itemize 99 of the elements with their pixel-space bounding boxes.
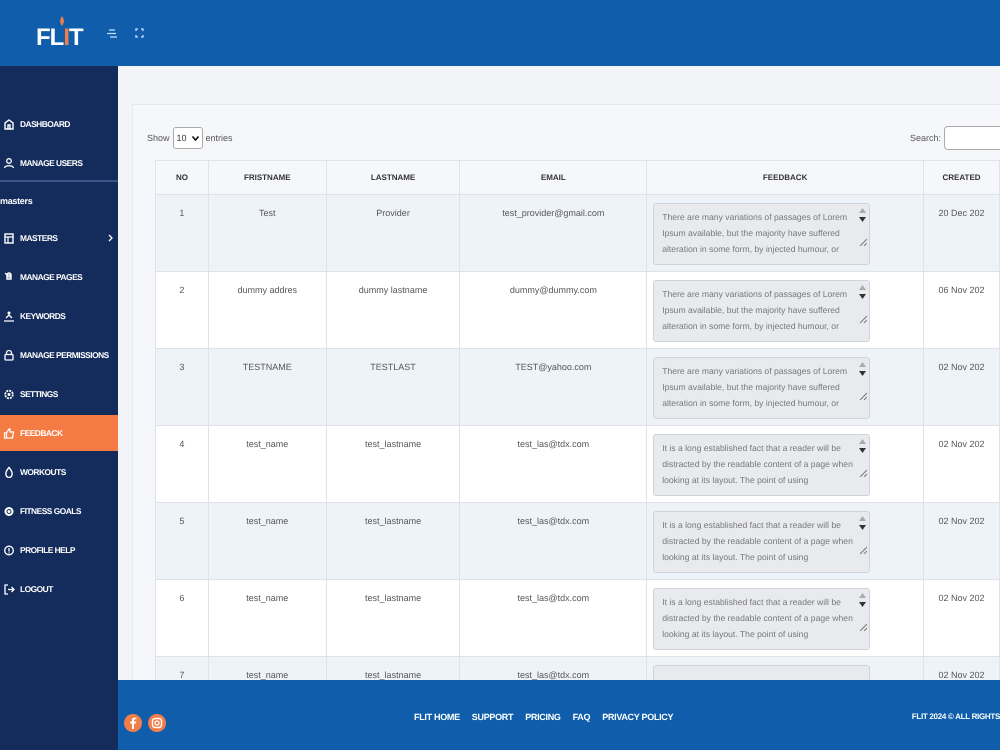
table-cell: test_lastname xyxy=(365,439,422,449)
table-cell: test_lastname xyxy=(365,593,422,603)
resize-grip-icon[interactable] xyxy=(858,238,867,246)
sidebar-item-icon xyxy=(3,583,15,595)
table-cell: test_las@tdx.com xyxy=(518,670,590,680)
resize-grip-icon[interactable] xyxy=(858,546,867,554)
column-header[interactable]: EMAIL xyxy=(460,160,647,194)
table-cell: 2 xyxy=(179,285,184,295)
show-label: Show xyxy=(147,133,170,143)
menu-icon[interactable] xyxy=(106,28,117,38)
column-header[interactable]: FRISTNAME xyxy=(208,160,326,194)
chevron-icon xyxy=(108,234,113,242)
footer-link[interactable]: FAQ xyxy=(572,712,590,722)
table-cell: 5 xyxy=(179,516,184,526)
logo: FLIT xyxy=(36,16,83,50)
table-cell: test_las@tdx.com xyxy=(518,593,590,603)
resize-grip-icon[interactable] xyxy=(858,315,867,323)
table-cell: 06 Nov 202 xyxy=(938,285,985,295)
sidebar-item[interactable]: DASHBOARD xyxy=(0,106,118,142)
copyright-text: FLIT 2024 © ALL RIGHTS xyxy=(912,712,1000,720)
feedback-textarea[interactable]: It is a long established fact that a reader will be distracted by the readable content of a page when looking at its layout. The point of using xyxy=(653,511,870,573)
table-cell: TESTLAST xyxy=(370,362,416,372)
footer-link[interactable]: PRICING xyxy=(525,712,561,722)
feedback-textarea[interactable]: There are many variations of passages of Lorem Ipsum available, but the majority have suffered alteration in some form, by injected humour, or xyxy=(653,203,870,265)
resize-grip-icon[interactable] xyxy=(858,469,867,477)
table-cell: 02 Nov 202 xyxy=(938,593,985,603)
sidebar-item-icon xyxy=(3,466,15,478)
sidebar-item-icon xyxy=(3,349,15,361)
feedback-textarea[interactable]: It is a long established fact that a reader will be distracted by the readable content of a page when looking at its layout. The point of using xyxy=(653,588,870,650)
sidebar-item[interactable]: MANAGE PERMISSIONS xyxy=(0,337,118,373)
column-header[interactable]: FEEDBACK xyxy=(646,160,924,194)
sidebar-item-icon xyxy=(3,310,15,322)
sidebar-item-icon xyxy=(3,388,15,400)
sidebar-item[interactable]: SETTINGS xyxy=(0,376,118,412)
column-header[interactable]: LASTNAME xyxy=(326,160,460,194)
instagram-icon[interactable] xyxy=(148,714,166,732)
sidebar-item[interactable]: FITNESS GOALS xyxy=(0,493,118,529)
sidebar-item-icon xyxy=(3,118,15,130)
scroll-down-icon[interactable] xyxy=(859,525,866,530)
sidebar-item[interactable]: PROFILE HELP xyxy=(0,532,118,568)
table-cell: 20 Dec 202 xyxy=(938,208,985,218)
column-header[interactable]: CREATED xyxy=(924,160,1000,194)
fullscreen-icon[interactable] xyxy=(134,28,144,38)
sidebar-item-icon xyxy=(3,544,15,556)
sidebar-item[interactable]: MANAGE USERS xyxy=(0,145,118,181)
footer-link[interactable]: PRIVACY POLICY xyxy=(602,712,674,722)
table-cell: Test xyxy=(259,208,276,218)
sidebar-item-icon xyxy=(3,505,15,517)
resize-grip-icon[interactable] xyxy=(858,623,867,631)
table-cell: Provider xyxy=(376,208,410,218)
table-cell: test_provider@gmail.com xyxy=(502,208,604,218)
scroll-down-icon[interactable] xyxy=(859,448,866,453)
table-cell: 02 Nov 202 xyxy=(938,439,985,449)
table-cell: 6 xyxy=(179,593,184,603)
feedback-textarea[interactable]: There are many variations of passages of Lorem Ipsum available, but the majority have suffered alteration in some form, by injected humour, or xyxy=(653,357,870,419)
table-cell: dummy@dummy.com xyxy=(510,285,597,295)
table-cell: test_name xyxy=(246,516,288,526)
table-cell: 02 Nov 202 xyxy=(938,362,985,372)
footer-link[interactable]: FLIT HOME xyxy=(414,712,460,722)
table-cell: 7 xyxy=(179,670,184,680)
table-cell: test_las@tdx.com xyxy=(518,439,590,449)
table-cell: TESTNAME xyxy=(242,362,292,372)
feedback-textarea[interactable]: There are many variations of passages of Lorem Ipsum available, but the majority have suffered alteration in some form, by injected humour, or xyxy=(653,280,870,342)
table-cell: test_lastname xyxy=(365,670,422,680)
feedback-textarea[interactable]: It is a long established fact that a reader will be distracted by the readable content of a page when looking at its layout. The point of using xyxy=(653,434,870,496)
table-cell: test_lastname xyxy=(365,516,422,526)
scroll-down-icon[interactable] xyxy=(859,602,866,607)
sidebar-item-icon xyxy=(3,232,15,244)
table-cell: 02 Nov 202 xyxy=(938,670,985,680)
facebook-icon[interactable] xyxy=(124,714,142,732)
sidebar-item[interactable]: MANAGE PAGES xyxy=(0,259,118,295)
table-cell: 1 xyxy=(179,208,184,218)
scroll-down-icon[interactable] xyxy=(859,217,866,222)
caret-icon xyxy=(192,136,199,140)
table-cell: test_name xyxy=(246,670,288,680)
table-cell: test_las@tdx.com xyxy=(518,516,590,526)
sidebar-item[interactable]: WORKOUTS xyxy=(0,454,118,490)
table-cell: dummy lastname xyxy=(358,285,428,295)
table-cell: 4 xyxy=(179,439,184,449)
table-cell: test_name xyxy=(246,439,288,449)
sidebar-item[interactable]: LOGOUT xyxy=(0,571,118,607)
scroll-down-icon[interactable] xyxy=(859,294,866,299)
sidebar-item-icon xyxy=(3,427,15,439)
table-cell: TEST@yahoo.com xyxy=(515,362,592,372)
search-field[interactable] xyxy=(944,126,1000,150)
entries-label: entries xyxy=(206,133,233,143)
search-label: Search: xyxy=(910,133,941,143)
column-header[interactable]: NO xyxy=(156,160,208,194)
sidebar-item[interactable]: KEYWORDS xyxy=(0,298,118,334)
page-size-select[interactable]: 10 xyxy=(172,127,203,149)
scroll-down-icon[interactable] xyxy=(859,371,866,376)
table-cell: 3 xyxy=(179,362,184,372)
footer-link[interactable]: SUPPORT xyxy=(472,712,514,722)
sidebar-item[interactable]: MASTERS xyxy=(0,220,118,256)
table-cell: test_name xyxy=(246,593,288,603)
sidebar-item-icon xyxy=(3,157,15,169)
table-cell: 02 Nov 202 xyxy=(938,516,985,526)
table-cell: dummy addres xyxy=(238,285,298,295)
resize-grip-icon[interactable] xyxy=(858,392,867,400)
